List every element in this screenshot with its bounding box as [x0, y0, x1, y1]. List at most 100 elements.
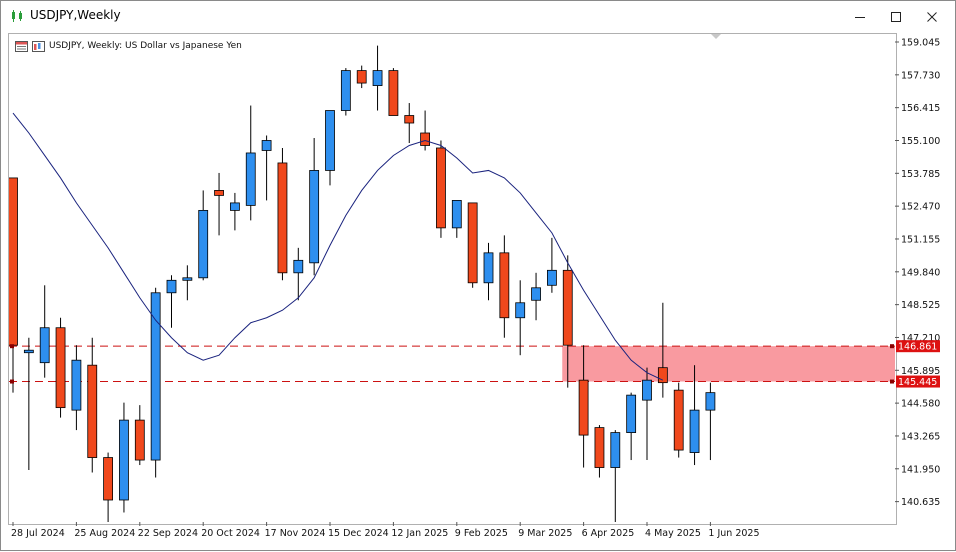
- y-tick-label: 144.580: [901, 399, 940, 410]
- candle-body: [689, 409, 700, 453]
- x-tick-label: 9 Mar 2025: [518, 528, 572, 539]
- candle-body: [229, 202, 240, 211]
- x-tick-label: 6 Apr 2025: [582, 528, 635, 539]
- price-zone: [562, 346, 895, 382]
- candle: [103, 452, 113, 522]
- candle: [626, 392, 637, 461]
- candle-body: [261, 140, 272, 151]
- level-anchor: [890, 379, 894, 384]
- candle-body: [309, 170, 320, 264]
- candle: [499, 235, 510, 338]
- candle-body: [87, 364, 98, 458]
- candle-body: [420, 132, 431, 146]
- x-tick-label: 22 Sep 2024: [138, 528, 198, 539]
- candle-body: [150, 292, 161, 461]
- candle: [261, 135, 272, 201]
- x-tick-label: 20 Oct 2024: [201, 528, 260, 539]
- candle-body: [483, 252, 494, 284]
- candle-body: [404, 115, 415, 124]
- candle-body: [467, 202, 478, 284]
- x-tick-label: 15 Dec 2024: [328, 528, 389, 539]
- candle-body: [198, 209, 209, 279]
- candle: [388, 68, 399, 116]
- y-tick-label: 157.730: [901, 70, 940, 81]
- candle-body: [705, 392, 716, 411]
- candle: [705, 382, 716, 461]
- chart-window: USDJPY,Weekly 159.045 157.730 156.415 155.1…: [0, 0, 956, 551]
- candle: [229, 192, 240, 231]
- y-tick-label: 151.155: [901, 234, 940, 245]
- y-tick-label: 152.470: [901, 202, 940, 213]
- candle: [483, 242, 494, 301]
- candle: [277, 147, 288, 281]
- chart-properties-icon[interactable]: [32, 40, 45, 52]
- candle: [87, 337, 98, 473]
- candle-body: [547, 269, 557, 286]
- x-tick-label: 9 Feb 2025: [455, 528, 508, 539]
- y-tick-label: 155.100: [901, 136, 940, 147]
- candle: [531, 272, 541, 321]
- candle-body: [673, 389, 684, 451]
- x-tick-label: 28 Jul 2024: [11, 528, 65, 539]
- candle: [356, 65, 367, 89]
- level-price-label: 145.445: [898, 377, 937, 388]
- candle-body: [356, 70, 367, 84]
- candle-body: [515, 302, 526, 319]
- chart-description: USDJPY, Weekly: US Dollar vs Japanese Ye…: [49, 41, 242, 51]
- candle: [134, 405, 145, 466]
- candle-body: [562, 269, 573, 346]
- candle: [547, 237, 557, 293]
- candle-body: [642, 379, 652, 401]
- candle: [23, 337, 34, 471]
- candle: [515, 280, 526, 356]
- candle-body: [594, 427, 605, 468]
- level-anchor: [10, 344, 14, 349]
- candle: [309, 137, 320, 276]
- candle-body: [166, 279, 177, 294]
- y-tick-label: 143.265: [901, 431, 940, 442]
- candle-body: [119, 419, 129, 501]
- candle: [436, 140, 446, 238]
- level-anchor: [890, 344, 894, 349]
- plot-layer: [9, 45, 895, 522]
- candle-body: [182, 277, 193, 281]
- candle: [182, 265, 193, 301]
- x-tick-label: 1 Jun 2025: [708, 528, 759, 539]
- level-price-label: 146.861: [898, 342, 937, 353]
- chart-table-icon[interactable]: [15, 40, 28, 52]
- candle-body: [277, 162, 288, 274]
- candle-body: [134, 419, 145, 461]
- candle: [245, 105, 256, 221]
- candle-body: [626, 394, 637, 433]
- y-tick-label: 140.635: [901, 497, 940, 508]
- candle: [420, 110, 431, 151]
- x-tick-label: 17 Nov 2024: [265, 528, 326, 539]
- candle-body: [531, 287, 541, 301]
- candle-body: [293, 259, 304, 274]
- y-tick-label: 159.045: [901, 38, 940, 49]
- candle-body: [39, 327, 50, 364]
- candle: [71, 345, 82, 431]
- candle: [39, 285, 50, 378]
- candle-body: [325, 110, 335, 171]
- candle: [166, 275, 177, 328]
- candle: [214, 172, 224, 236]
- candle: [55, 317, 66, 418]
- candle-body: [340, 70, 351, 111]
- y-tick-label: 149.840: [901, 267, 940, 278]
- candle: [119, 402, 129, 513]
- candle-body: [451, 200, 462, 229]
- candle: [340, 68, 351, 116]
- candle-body: [436, 147, 446, 229]
- y-tick-label: 153.785: [901, 169, 940, 180]
- candle-body: [372, 70, 383, 86]
- candle-body: [23, 349, 34, 354]
- x-tick-label: 12 Jan 2025: [391, 528, 448, 539]
- candle-body: [55, 327, 66, 409]
- candle: [198, 190, 209, 281]
- candle: [372, 45, 383, 111]
- candle-body: [9, 177, 18, 346]
- price-chart[interactable]: 159.045 157.730 156.415 155.100 153.785 152.4…: [1, 1, 956, 552]
- candle-body: [610, 432, 621, 468]
- y-tick-label: 156.415: [901, 103, 940, 114]
